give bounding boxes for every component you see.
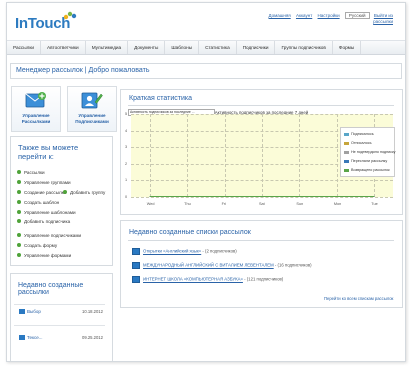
recent-mailing-date: 10.18.2012 <box>82 309 103 314</box>
quick-link-mailings[interactable]: Рассылки <box>17 170 45 175</box>
mail-icon <box>19 335 25 341</box>
language-select[interactable]: Русский <box>344 12 370 19</box>
recent-mailing-date: 09.25.2012 <box>82 335 103 340</box>
list-icon <box>132 276 140 283</box>
tile-label: Управление Рассылками <box>21 113 51 124</box>
mailing-list-item[interactable]: ИНТЕРНЕТ ШКОЛА «КОМПЬЮТЕРНАЯ АЗБУКА» - (… <box>132 276 283 283</box>
bullet-icon <box>17 243 21 248</box>
bullet-icon <box>17 180 21 185</box>
legend-item: Возвращено рассылок <box>344 168 390 172</box>
quick-tiles: Управление Рассылками Управление Подписчик… <box>11 86 117 132</box>
quick-link-manage-subscribers[interactable]: Управление подписчиками <box>17 233 81 238</box>
list-icon <box>132 248 140 255</box>
bullet-icon <box>17 170 21 175</box>
y-tick-label: 3 <box>125 145 128 150</box>
account-link[interactable]: Аккаунт <box>296 13 312 18</box>
bullet-icon <box>17 233 21 238</box>
tile-label: Управление Подписчиками <box>75 113 109 124</box>
divider <box>128 105 394 106</box>
legend-item: Отписалось <box>344 141 372 145</box>
nav-forms[interactable]: Формы <box>333 41 362 54</box>
legend-item: Не подтвердило подписку <box>344 150 395 154</box>
x-tick-label: Fri <box>221 202 226 206</box>
y-tick-label: 1 <box>125 178 128 183</box>
quick-link-manage-templates[interactable]: Управление шаблонами <box>17 210 76 215</box>
legend-item: Переслали рассылку <box>344 159 387 163</box>
app-window: InTouch Домашняя Аккаунт Настройки Русск… <box>6 2 406 362</box>
bullet-icon <box>17 200 21 205</box>
legend-item: Подписалось <box>344 132 374 136</box>
list-icon <box>132 262 140 269</box>
top-links: Домашняя Аккаунт Настройки Русский Выйти… <box>269 12 397 24</box>
nav-subscriber-groups[interactable]: Группы подписчиков <box>275 41 333 54</box>
logout-link-2[interactable]: рассылки <box>373 19 393 24</box>
legend-swatch <box>344 141 349 145</box>
quick-link-manage-forms[interactable]: Управление формами <box>17 253 71 258</box>
quick-link-create-form[interactable]: Создать форму <box>17 243 57 248</box>
page-title-bar: Менеджер рассылок | Добро пожаловать <box>10 63 402 79</box>
nav-statistics[interactable]: Статистика <box>199 41 237 54</box>
page-title: Менеджер рассылок | Добро пожаловать <box>16 67 150 74</box>
bullet-icon <box>17 253 21 258</box>
x-tick-label: Wed <box>146 202 155 206</box>
quick-link-create-mailing[interactable]: Создание рассылки <box>17 190 66 195</box>
recent-mailing-item[interactable]: Тексе... <box>19 335 43 341</box>
nav-documents[interactable]: Документы <box>128 41 166 54</box>
x-tick-label: Tue <box>371 202 378 206</box>
logo-dots-icon <box>63 11 77 20</box>
recent-mailing-item[interactable]: Выбор <box>19 309 41 315</box>
chart-legend: Подписалось Отписалось Не подтвердило по… <box>340 127 395 177</box>
divider <box>14 325 105 326</box>
legend-swatch <box>344 150 349 154</box>
quick-link-create-template[interactable]: Создать шаблон <box>17 200 59 205</box>
intouch-logo[interactable]: InTouch <box>15 15 70 32</box>
divider <box>128 240 394 241</box>
legend-swatch <box>344 132 349 136</box>
x-tick-label: Thu <box>184 202 191 206</box>
legend-swatch <box>344 159 349 163</box>
divider <box>14 304 105 305</box>
nav-templates[interactable]: Шаблоны <box>165 41 200 54</box>
subscribers-icon <box>81 92 103 109</box>
x-tick-label: Mon <box>333 202 342 206</box>
bullet-icon <box>17 219 21 224</box>
logout-link[interactable]: Выйти из <box>374 13 393 18</box>
y-tick-label: 4 <box>125 128 128 133</box>
nav-mailings[interactable]: Рассылки <box>7 41 42 54</box>
y-tick-label: 5 <box>125 112 128 116</box>
mail-icon <box>19 309 25 315</box>
y-tick-label: 0 <box>125 195 128 199</box>
nav-autoresponders[interactable]: Автоответчики <box>41 41 86 54</box>
mail-add-icon <box>25 92 46 108</box>
chart-gridline <box>131 197 393 198</box>
stats-title: Краткая статистика <box>129 95 192 102</box>
quick-links-title: Также вы можете перейти к: <box>18 143 79 161</box>
bullet-icon <box>17 210 21 215</box>
nav-multimedia[interactable]: Мультимедиа <box>86 41 129 54</box>
goto-all-lists-link[interactable]: Перейти ко всем спискам рассылок <box>324 296 393 301</box>
quick-link-manage-groups[interactable]: Управление группами <box>17 180 71 185</box>
x-tick-label: Sun <box>296 202 304 206</box>
nav-subscribers[interactable]: Подписчики <box>237 41 276 54</box>
bullet-icon <box>63 190 67 195</box>
y-tick-label: 2 <box>125 161 128 166</box>
mailing-list-item[interactable]: МЕЖДУНАРОДНЫЙ АНГЛИЙСКИЙ С ВИТАЛИЕМ ЛЕВЕ… <box>132 262 312 269</box>
quick-link-add-subscriber[interactable]: Добавить подписчика <box>17 219 70 224</box>
recent-mailings-title: Недавно созданные рассылки <box>18 282 84 296</box>
bullet-icon <box>17 190 21 195</box>
legend-swatch <box>344 168 349 172</box>
recent-mailings-panel: Недавно созданные рассылки <box>10 273 113 361</box>
mailing-lists-title: Недавно созданные списки рассылок <box>129 229 251 236</box>
manage-subscribers-tile[interactable]: Управление Подписчиками <box>67 86 117 132</box>
home-link[interactable]: Домашняя <box>269 13 291 18</box>
main-nav: Рассылки Автоответчики Мультимедиа Докум… <box>7 40 405 55</box>
x-tick-label: Sat <box>259 202 265 206</box>
quick-link-add-group[interactable]: Добавить группу <box>63 190 105 195</box>
mailing-list-item[interactable]: Открытки «Английский язык» - (2 подписчи… <box>132 248 237 255</box>
settings-link[interactable]: Настройки <box>318 13 340 18</box>
manage-mailings-tile[interactable]: Управление Рассылками <box>11 86 61 132</box>
